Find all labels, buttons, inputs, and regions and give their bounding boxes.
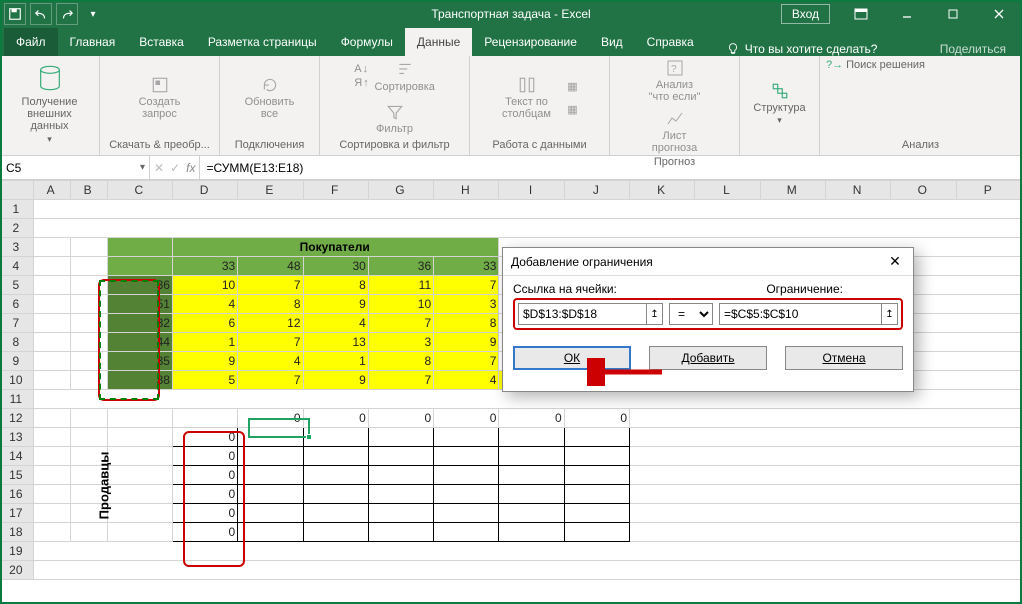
svg-text:?: ? — [671, 64, 677, 75]
refresh-all-button[interactable]: Обновить все — [240, 75, 300, 120]
cell-ref-label: Ссылка на ячейки: — [513, 282, 617, 296]
select-all[interactable] — [1, 181, 34, 200]
forecast-sheet-button[interactable]: Лист прогноза — [645, 109, 705, 154]
structure-button[interactable]: Структура▾ — [750, 81, 810, 126]
cell-reference-input[interactable] — [518, 303, 663, 325]
cancel-button[interactable]: Отмена — [785, 346, 903, 370]
constraint-label: Ограничение: — [766, 282, 843, 296]
tab-insert[interactable]: Вставка — [127, 28, 196, 56]
ribbon: Получение внешних данных▾ Создать запрос… — [0, 56, 1022, 156]
text-to-columns-button[interactable]: Текст по столбцам — [497, 75, 557, 120]
dialog-title: Добавление ограничения — [511, 255, 653, 269]
create-query-button[interactable]: Создать запрос — [130, 75, 190, 120]
forecast-icon — [665, 109, 685, 129]
collapse-dialog-icon[interactable]: ↥ — [646, 304, 662, 324]
column-headers[interactable]: ABCDEFGHIJKLMNOP — [1, 181, 1022, 200]
constraint-input[interactable] — [719, 303, 898, 325]
sort-icon — [395, 60, 415, 80]
refresh-icon — [260, 75, 280, 95]
tab-data[interactable]: Данные — [405, 28, 472, 56]
solver-button[interactable]: ?→ Поиск решения — [826, 58, 925, 72]
external-data-button[interactable]: Получение внешних данных▾ — [15, 62, 85, 145]
tab-layout[interactable]: Разметка страницы — [196, 28, 329, 56]
collapse-dialog-icon[interactable]: ↥ — [881, 304, 897, 324]
tell-me[interactable]: Что вы хотите сделать? — [726, 42, 878, 56]
tab-formulas[interactable]: Формулы — [329, 28, 405, 56]
what-if-icon: ? — [665, 58, 685, 78]
tab-file[interactable]: Файл — [4, 28, 58, 56]
sellers-label: Продавцы — [96, 452, 111, 520]
cancel-fx-icon[interactable]: ✕ — [154, 161, 164, 175]
undo-icon[interactable] — [30, 3, 52, 25]
operator-select[interactable]: = — [669, 303, 713, 325]
add-button[interactable]: Добавить — [649, 346, 767, 370]
add-constraint-dialog: Добавление ограничения ✕ Ссылка на ячейк… — [502, 247, 914, 392]
titlebar: ▾ Транспортная задача - Excel Вход — [0, 0, 1022, 28]
redo-icon[interactable] — [56, 3, 78, 25]
what-if-button[interactable]: ? Анализ "что если" — [645, 58, 705, 103]
tab-home[interactable]: Главная — [58, 28, 128, 56]
filter-button[interactable]: Фильтр — [365, 102, 425, 135]
login-button[interactable]: Вход — [781, 4, 830, 24]
buyers-label: Покупатели — [172, 238, 498, 257]
dialog-close-icon[interactable]: ✕ — [885, 252, 905, 272]
qat-dropdown[interactable]: ▾ — [82, 3, 104, 25]
database-icon — [34, 62, 66, 94]
share-button[interactable]: Поделиться — [940, 42, 1018, 56]
text-to-columns-icon — [517, 75, 537, 95]
tell-me-label: Что вы хотите сделать? — [745, 42, 878, 56]
fx-icon[interactable]: fx — [186, 161, 195, 175]
share-label: Поделиться — [940, 42, 1006, 56]
structure-icon — [770, 81, 790, 101]
close-icon[interactable] — [976, 0, 1022, 28]
save-icon[interactable] — [4, 3, 26, 25]
window-title: Транспортная задача - Excel — [431, 7, 590, 21]
ribbon-tabs: Файл Главная Вставка Разметка страницы Ф… — [0, 28, 1022, 56]
maximize-icon[interactable] — [930, 0, 976, 28]
ok-button[interactable]: ОК — [513, 346, 631, 370]
sort-button[interactable]: Сортировка — [375, 60, 435, 93]
formula-input[interactable]: =СУММ(E13:E18) — [200, 156, 1022, 179]
tab-help[interactable]: Справка — [635, 28, 706, 56]
query-icon — [150, 75, 170, 95]
tab-view[interactable]: Вид — [589, 28, 635, 56]
ribbon-options-icon[interactable] — [838, 0, 884, 28]
tab-review[interactable]: Рецензирование — [472, 28, 589, 56]
name-box[interactable]: C5 — [0, 156, 150, 179]
filter-icon — [385, 102, 405, 122]
solver-icon: ?→ — [826, 59, 843, 71]
accept-fx-icon[interactable]: ✓ — [170, 161, 180, 175]
minimize-icon[interactable] — [884, 0, 930, 28]
formula-bar: C5 ✕ ✓ fx =СУММ(E13:E18) — [0, 156, 1022, 180]
lightbulb-icon — [726, 42, 740, 56]
